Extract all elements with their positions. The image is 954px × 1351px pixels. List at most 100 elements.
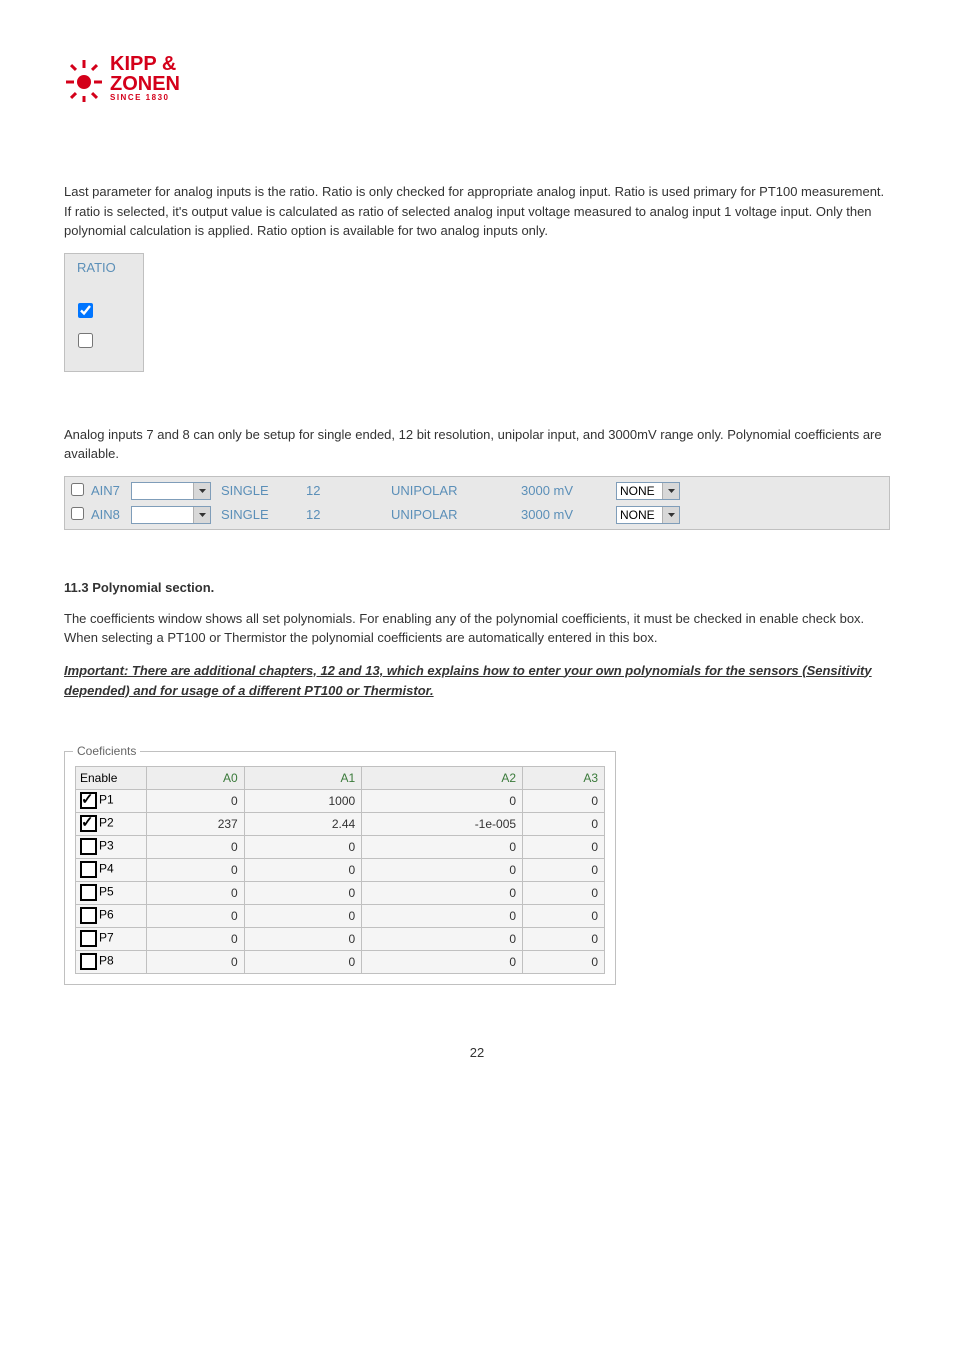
- coef-cell[interactable]: 0: [523, 927, 605, 950]
- coef-cell[interactable]: 0: [147, 904, 245, 927]
- ain7-channel-dropdown[interactable]: [131, 482, 211, 500]
- svg-text:KIPP &: KIPP &: [110, 53, 176, 75]
- ratio-panel: RATIO: [64, 253, 144, 372]
- table-row: P40000: [76, 858, 605, 881]
- coefficients-panel: Coeficients Enable A0 A1 A2 A3 P10100000…: [64, 751, 616, 985]
- coef-cell[interactable]: 1000: [244, 789, 361, 812]
- paragraph-polynomial: The coefficients window shows all set po…: [64, 609, 890, 648]
- poly-label: P5: [99, 885, 114, 899]
- coefficients-title: Coeficients: [73, 744, 140, 758]
- page-number: 22: [64, 1045, 890, 1060]
- coef-cell[interactable]: 0: [147, 835, 245, 858]
- paragraph-ratio-desc: Last parameter for analog inputs is the …: [64, 182, 890, 241]
- ain8-bits: 12: [306, 507, 391, 522]
- chevron-down-icon: [662, 483, 679, 499]
- table-row: P10100000: [76, 789, 605, 812]
- coef-cell[interactable]: 0: [244, 950, 361, 973]
- svg-text:SINCE 1830: SINCE 1830: [110, 93, 169, 102]
- coef-cell[interactable]: 0: [244, 881, 361, 904]
- poly-label: P7: [99, 931, 114, 945]
- coef-cell[interactable]: 0: [523, 881, 605, 904]
- coef-cell[interactable]: 0: [147, 858, 245, 881]
- ain7-type: SINGLE: [221, 483, 306, 498]
- coef-cell[interactable]: 0: [244, 858, 361, 881]
- poly-enable-checkbox-p4[interactable]: [80, 861, 97, 878]
- ain8-channel-dropdown[interactable]: [131, 506, 211, 524]
- ain7-label: AIN7: [91, 483, 131, 498]
- coefficients-table: Enable A0 A1 A2 A3 P10100000P22372.44-1e…: [75, 766, 605, 974]
- coef-header-a3: A3: [523, 766, 605, 789]
- coef-cell[interactable]: 0: [523, 835, 605, 858]
- ain7-none-dropdown[interactable]: NONE: [616, 482, 680, 500]
- poly-label: P3: [99, 839, 114, 853]
- ain7-bits: 12: [306, 483, 391, 498]
- ain8-label: AIN8: [91, 507, 131, 522]
- coef-cell[interactable]: 0: [523, 789, 605, 812]
- ain7-range: 3000 mV: [521, 483, 616, 498]
- coef-header-a1: A1: [244, 766, 361, 789]
- poly-enable-checkbox-p6[interactable]: [80, 907, 97, 924]
- poly-enable-checkbox-p7[interactable]: [80, 930, 97, 947]
- ain7-enable-checkbox[interactable]: [71, 483, 84, 496]
- coef-cell[interactable]: 0: [362, 835, 523, 858]
- coef-cell[interactable]: 0: [523, 812, 605, 835]
- coef-cell[interactable]: 2.44: [244, 812, 361, 835]
- coef-cell[interactable]: 0: [362, 881, 523, 904]
- coef-cell[interactable]: -1e-005: [362, 812, 523, 835]
- svg-text:ZONEN: ZONEN: [110, 73, 180, 95]
- ain8-none-dropdown[interactable]: NONE: [616, 506, 680, 524]
- poly-enable-checkbox-p1[interactable]: [80, 792, 97, 809]
- poly-label: P2: [99, 816, 114, 830]
- coef-cell[interactable]: 237: [147, 812, 245, 835]
- ratio-checkbox-1[interactable]: [78, 303, 93, 318]
- coef-cell[interactable]: 0: [147, 950, 245, 973]
- ain8-row: AIN8 SINGLE 12 UNIPOLAR 3000 mV NONE: [71, 506, 883, 524]
- ratio-checkbox-2[interactable]: [78, 333, 93, 348]
- coef-cell[interactable]: 0: [523, 950, 605, 973]
- important-note: Important: There are additional chapters…: [64, 661, 890, 701]
- coef-cell[interactable]: 0: [362, 904, 523, 927]
- coef-cell[interactable]: 0: [244, 904, 361, 927]
- poly-label: P6: [99, 908, 114, 922]
- brand-logo: KIPP & ZONEN SINCE 1830: [64, 48, 890, 102]
- coef-cell[interactable]: 0: [362, 789, 523, 812]
- table-row: P50000: [76, 881, 605, 904]
- coef-cell[interactable]: 0: [244, 927, 361, 950]
- chevron-down-icon: [662, 507, 679, 523]
- chevron-down-icon: [193, 483, 210, 499]
- coef-header-a0: A0: [147, 766, 245, 789]
- chevron-down-icon: [193, 507, 210, 523]
- coef-cell[interactable]: 0: [362, 950, 523, 973]
- poly-label: P4: [99, 862, 114, 876]
- coef-cell[interactable]: 0: [523, 904, 605, 927]
- coef-cell[interactable]: 0: [362, 858, 523, 881]
- table-row: P2 2372.44-1e-0050: [76, 812, 605, 835]
- ain8-enable-checkbox[interactable]: [71, 507, 84, 520]
- ain7-row: AIN7 SINGLE 12 UNIPOLAR 3000 mV NONE: [71, 482, 883, 500]
- paragraph-ain78: Analog inputs 7 and 8 can only be setup …: [64, 425, 890, 464]
- poly-enable-checkbox-p3[interactable]: [80, 838, 97, 855]
- table-row: P70000: [76, 927, 605, 950]
- ain8-type: SINGLE: [221, 507, 306, 522]
- ain8-polarity: UNIPOLAR: [391, 507, 521, 522]
- coef-cell[interactable]: 0: [147, 789, 245, 812]
- coef-header-enable: Enable: [76, 766, 147, 789]
- ain8-range: 3000 mV: [521, 507, 616, 522]
- ain7-polarity: UNIPOLAR: [391, 483, 521, 498]
- coef-cell[interactable]: 0: [244, 835, 361, 858]
- table-row: P30000: [76, 835, 605, 858]
- coef-cell[interactable]: 0: [523, 858, 605, 881]
- coef-header-a2: A2: [362, 766, 523, 789]
- coef-cell[interactable]: 0: [147, 881, 245, 904]
- poly-enable-checkbox-p5[interactable]: [80, 884, 97, 901]
- poly-enable-checkbox-p2[interactable]: [80, 815, 97, 832]
- table-row: P60000: [76, 904, 605, 927]
- poly-label: P1: [99, 793, 114, 807]
- poly-enable-checkbox-p8[interactable]: [80, 953, 97, 970]
- ain-config-panel: AIN7 SINGLE 12 UNIPOLAR 3000 mV NONE AIN…: [64, 476, 890, 530]
- coef-cell[interactable]: 0: [147, 927, 245, 950]
- coef-cell[interactable]: 0: [362, 927, 523, 950]
- ratio-title: RATIO: [77, 260, 131, 275]
- section-heading: 11.3 Polynomial section.: [64, 580, 890, 595]
- poly-label: P8: [99, 954, 114, 968]
